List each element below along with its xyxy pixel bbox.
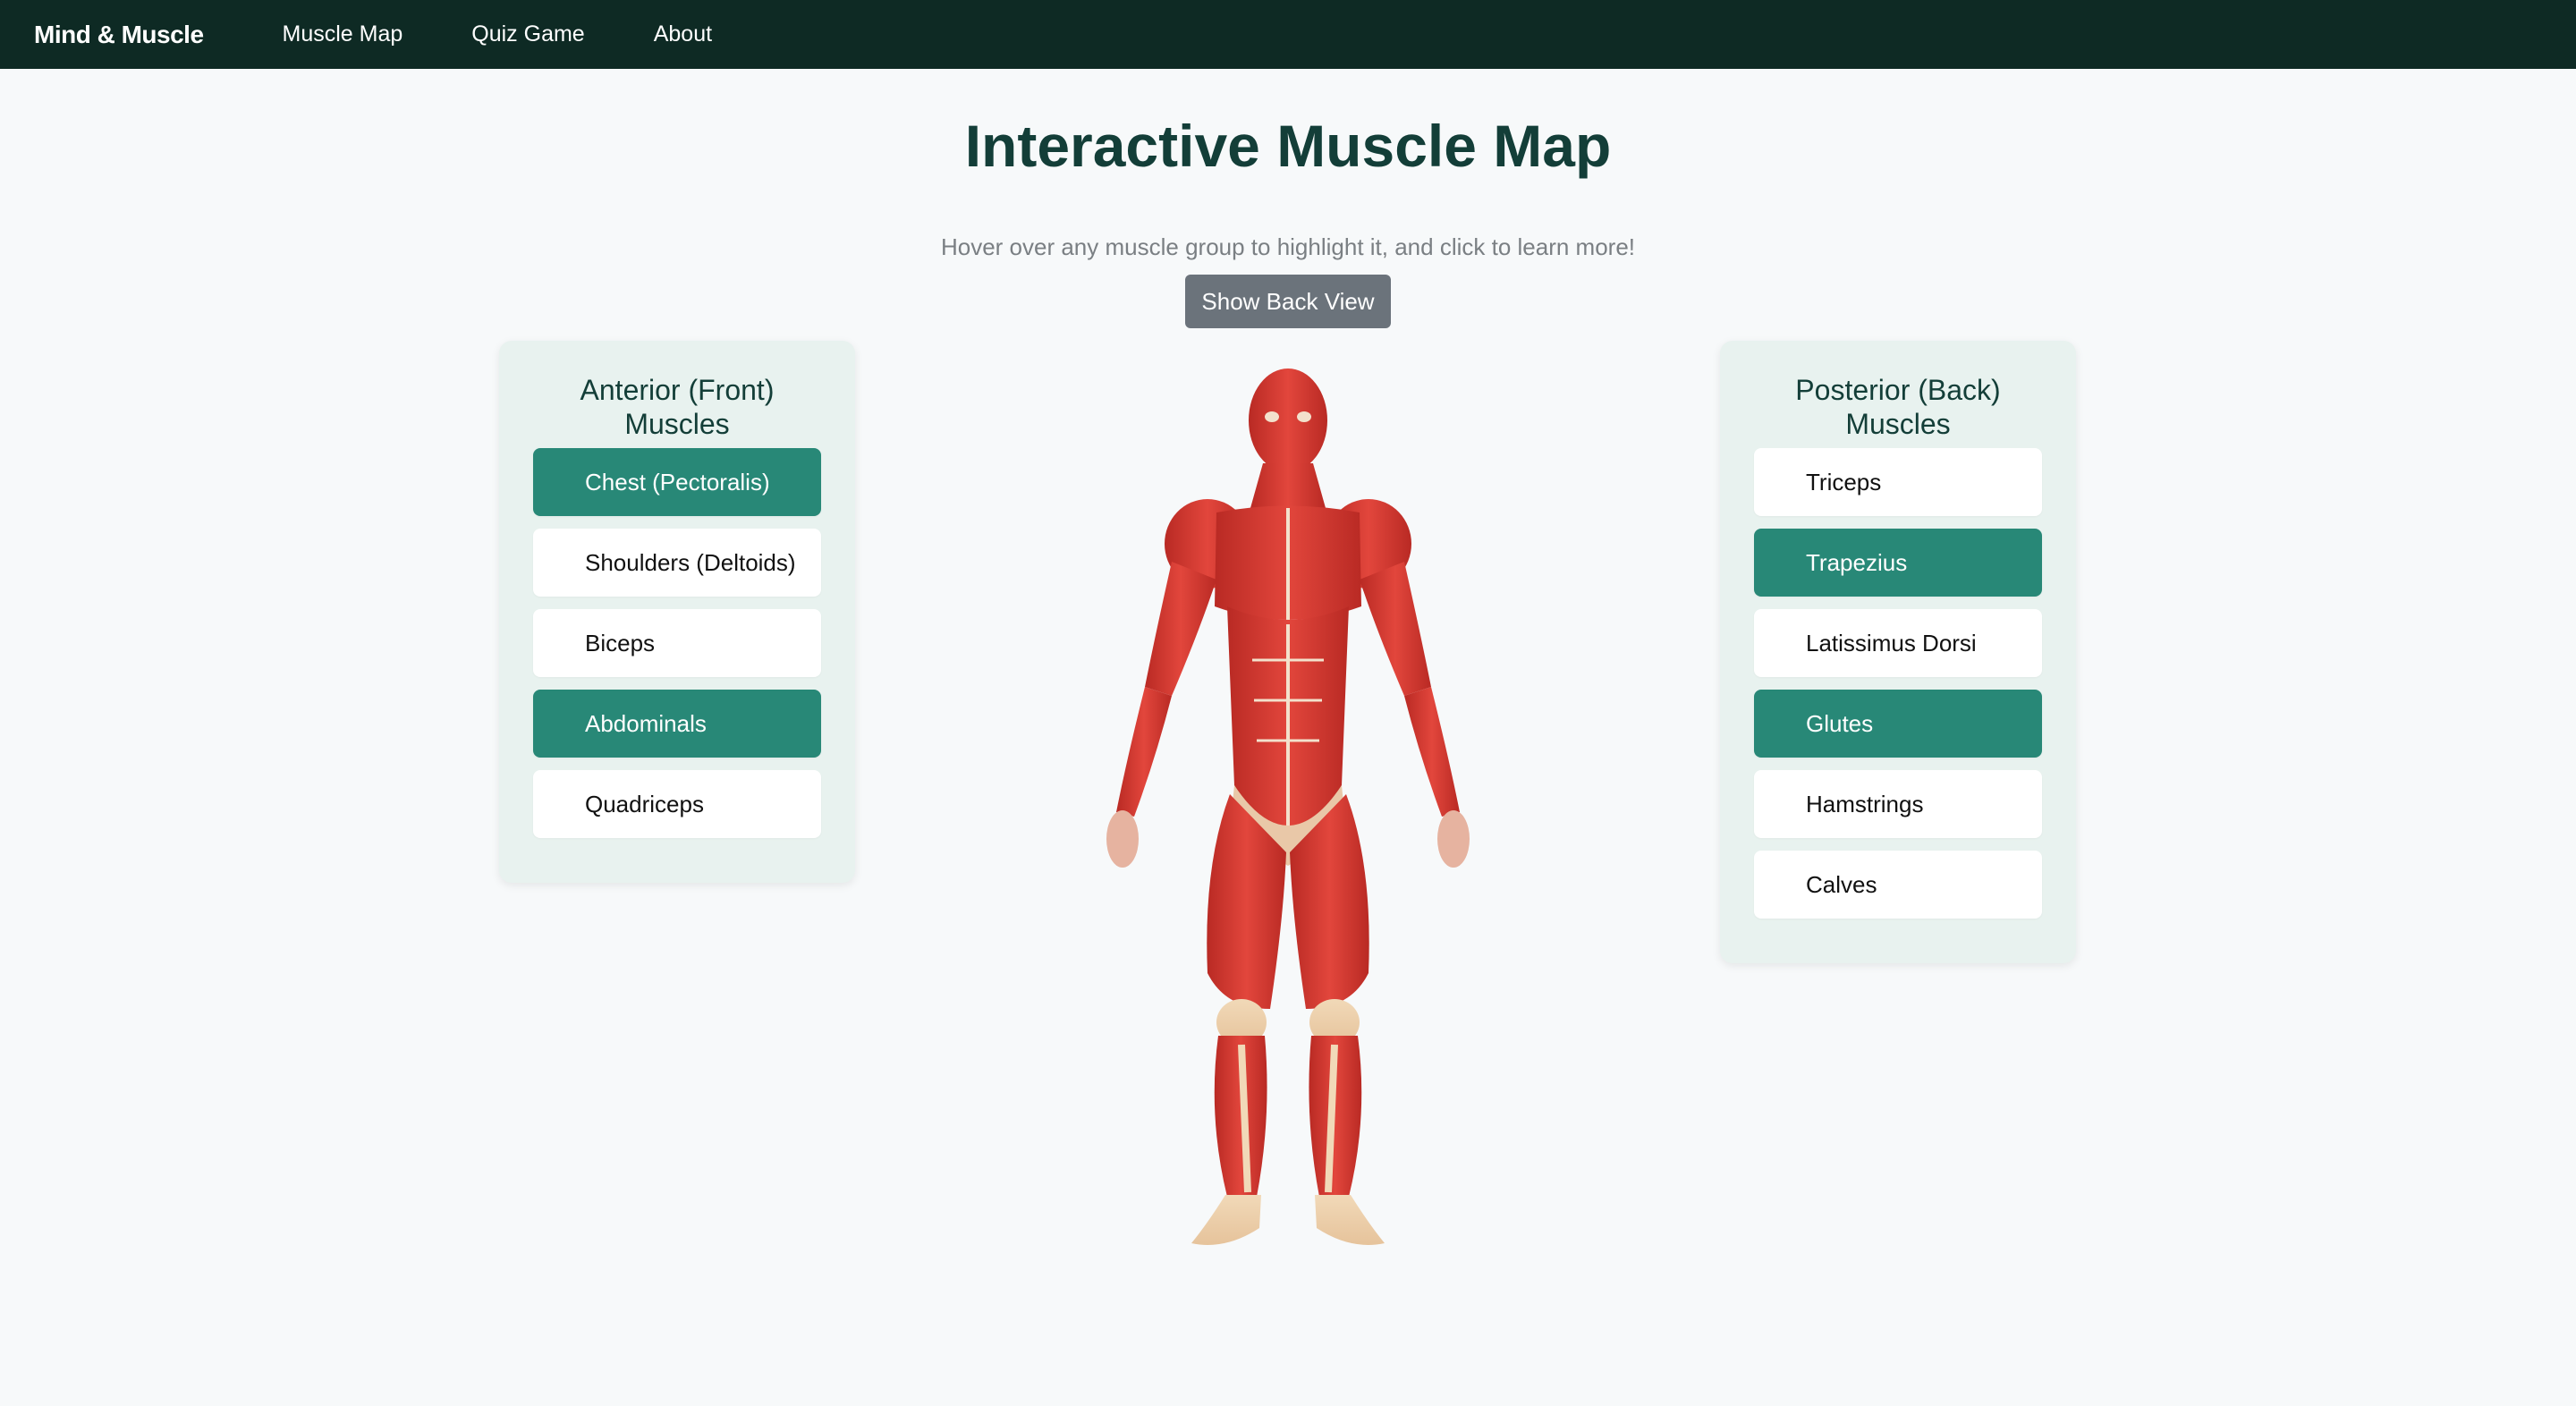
- muscle-button-glutes[interactable]: Glutes: [1754, 690, 2042, 758]
- anterior-panel-title: Anterior (Front) Muscles: [580, 374, 775, 440]
- top-navbar: Mind & Muscle Muscle Map Quiz Game About: [0, 0, 2576, 69]
- muscle-button-latissimus-dorsi[interactable]: Latissimus Dorsi: [1754, 609, 2042, 677]
- head-muscles[interactable]: [1249, 368, 1327, 472]
- right-hand: [1437, 810, 1470, 868]
- muscle-button-calves[interactable]: Calves: [1754, 851, 2042, 919]
- page-subtitle: Hover over any muscle group to highlight…: [940, 233, 1636, 260]
- left-biceps[interactable]: [1145, 562, 1216, 696]
- right-foot: [1315, 1195, 1385, 1245]
- nav-link-muscle-map[interactable]: Muscle Map: [283, 21, 403, 47]
- muscle-button-quadriceps[interactable]: Quadriceps: [533, 770, 821, 838]
- muscle-button-hamstrings[interactable]: Hamstrings: [1754, 770, 2042, 838]
- show-back-view-button[interactable]: Show Back View: [1185, 275, 1391, 328]
- muscle-button-biceps[interactable]: Biceps: [533, 609, 821, 677]
- left-forearm[interactable]: [1116, 687, 1172, 817]
- muscle-button-chest[interactable]: Chest (Pectoralis): [533, 448, 821, 516]
- anatomy-figure[interactable]: [1073, 365, 1503, 1252]
- muscle-button-triceps[interactable]: Triceps: [1754, 448, 2042, 516]
- neck-muscles[interactable]: [1250, 463, 1326, 508]
- nav-link-quiz-game[interactable]: Quiz Game: [471, 21, 584, 47]
- muscle-button-shoulders[interactable]: Shoulders (Deltoids): [533, 529, 821, 597]
- nav-link-about[interactable]: About: [654, 21, 712, 47]
- right-biceps[interactable]: [1360, 562, 1431, 696]
- right-forearm[interactable]: [1404, 687, 1460, 817]
- muscle-button-trapezius[interactable]: Trapezius: [1754, 529, 2042, 597]
- left-foot: [1191, 1195, 1261, 1245]
- posterior-muscles-panel: Posterior (Back) Muscles Triceps Trapezi…: [1720, 341, 2076, 963]
- page-title: Interactive Muscle Map: [964, 113, 1612, 179]
- brand-logo[interactable]: Mind & Muscle: [34, 21, 204, 49]
- posterior-panel-title: Posterior (Back) Muscles: [1795, 374, 2001, 440]
- muscle-button-abdominals[interactable]: Abdominals: [533, 690, 821, 758]
- left-hand: [1106, 810, 1139, 868]
- anterior-muscles-panel: Anterior (Front) Muscles Chest (Pectoral…: [499, 341, 855, 883]
